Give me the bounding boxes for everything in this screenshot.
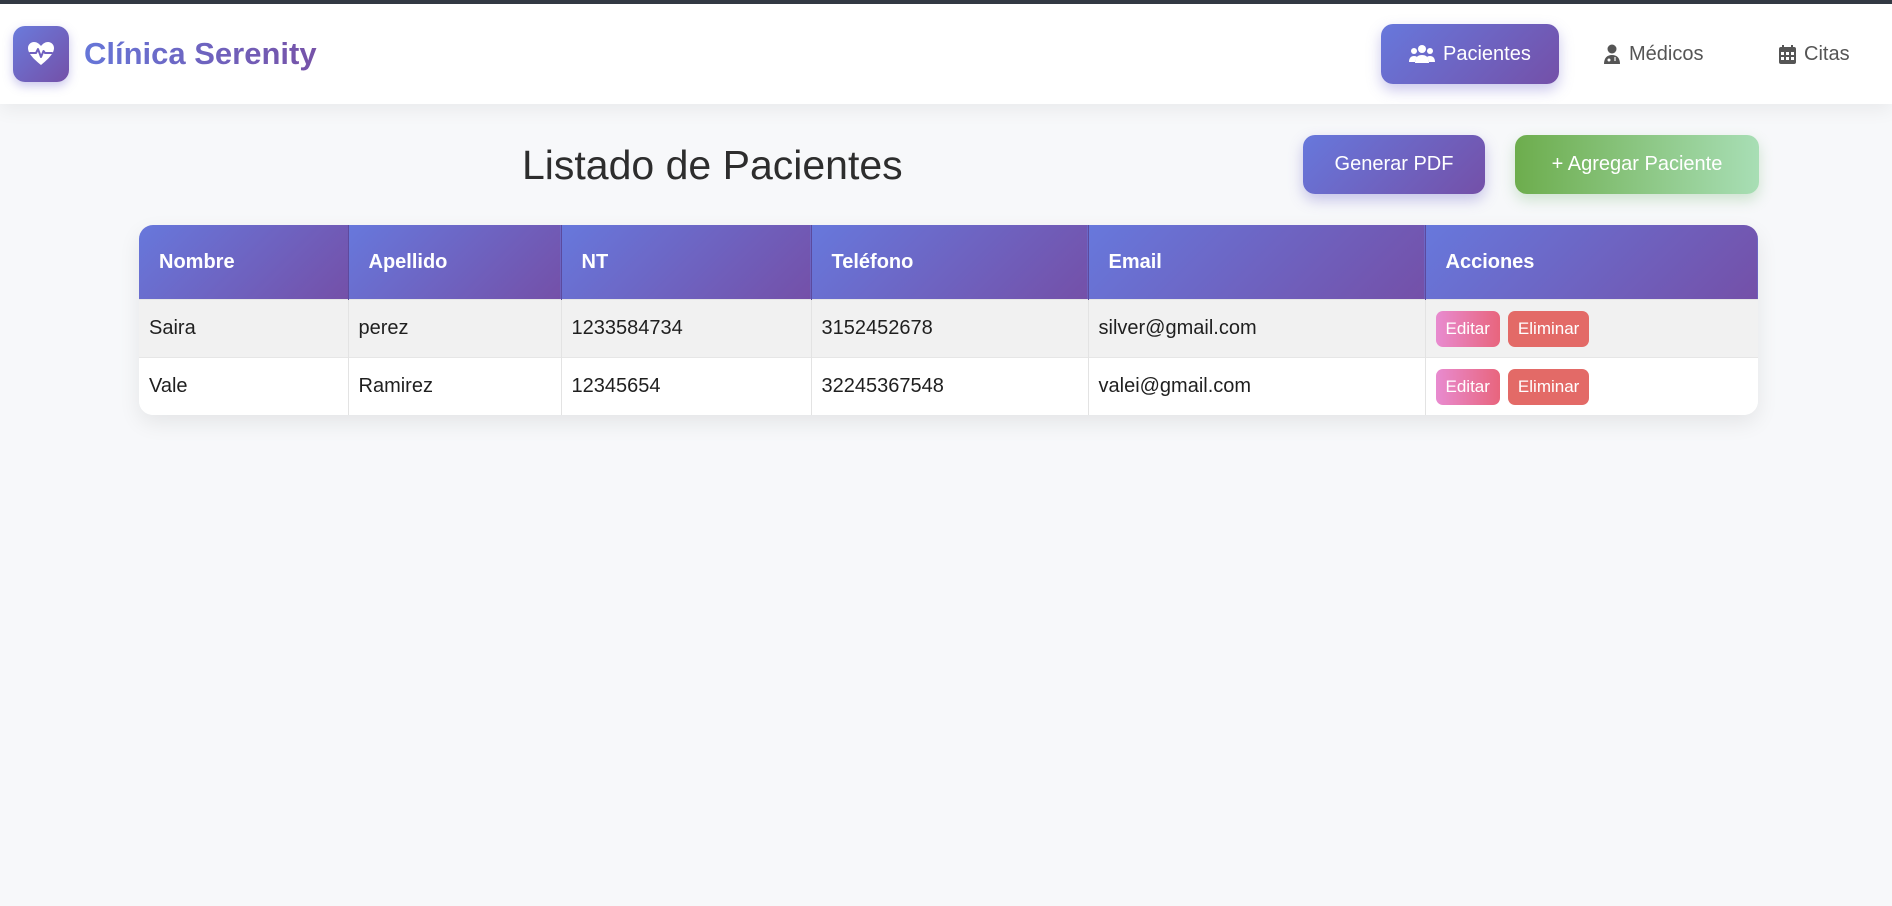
nav-item-pacientes[interactable]: Pacientes: [1381, 24, 1559, 84]
cell-apellido: Ramirez: [348, 357, 562, 415]
column-header-telefono[interactable]: Teléfono: [811, 225, 1089, 300]
edit-button[interactable]: Editar: [1435, 368, 1500, 405]
cell-email: valei@gmail.com: [1088, 357, 1426, 415]
cell-acciones: Editar Eliminar: [1425, 357, 1758, 415]
cell-nombre: Vale: [139, 357, 349, 415]
table-header-row: Nombre Apellido NT Teléfono Email Accion…: [139, 225, 1758, 300]
nav-label: Pacientes: [1443, 42, 1531, 65]
nav-item-citas[interactable]: Citas: [1779, 24, 1850, 84]
cell-nt: 1233584734: [561, 299, 812, 358]
brand-logo[interactable]: [13, 26, 69, 82]
cell-email: silver@gmail.com: [1088, 299, 1426, 358]
doctor-icon: [1604, 44, 1620, 64]
edit-button[interactable]: Editar: [1435, 310, 1500, 347]
table-row: Vale Ramirez 12345654 32245367548 valei@…: [139, 357, 1758, 415]
add-patient-button[interactable]: + Agregar Paciente: [1515, 135, 1759, 194]
cell-apellido: perez: [348, 299, 562, 358]
cell-telefono: 3152452678: [811, 299, 1089, 358]
column-header-acciones: Acciones: [1425, 225, 1758, 300]
column-header-nt[interactable]: NT: [561, 225, 812, 300]
nav-label: Citas: [1804, 42, 1850, 65]
delete-button[interactable]: Eliminar: [1507, 368, 1590, 405]
patients-table: Nombre Apellido NT Teléfono Email Accion…: [139, 225, 1758, 415]
cell-acciones: Editar Eliminar: [1425, 299, 1758, 358]
column-header-nombre[interactable]: Nombre: [139, 225, 349, 300]
cell-nombre: Saira: [139, 299, 349, 358]
column-header-email[interactable]: Email: [1088, 225, 1426, 300]
cell-nt: 12345654: [561, 357, 812, 415]
navbar: Clínica Serenity Pacientes Médicos Citas: [0, 4, 1892, 104]
brand-name[interactable]: Clínica Serenity: [84, 36, 317, 72]
delete-button[interactable]: Eliminar: [1507, 310, 1590, 347]
cell-telefono: 32245367548: [811, 357, 1089, 415]
page-title: Listado de Pacientes: [522, 142, 903, 188]
nav-label: Médicos: [1629, 42, 1704, 65]
users-icon: [1409, 45, 1435, 63]
calendar-icon: [1779, 44, 1796, 64]
column-header-apellido[interactable]: Apellido: [348, 225, 562, 300]
nav-item-medicos[interactable]: Médicos: [1603, 24, 1703, 84]
generate-pdf-button[interactable]: Generar PDF: [1303, 135, 1485, 194]
table-row: Saira perez 1233584734 3152452678 silver…: [139, 299, 1758, 358]
heartbeat-icon: [28, 42, 54, 65]
